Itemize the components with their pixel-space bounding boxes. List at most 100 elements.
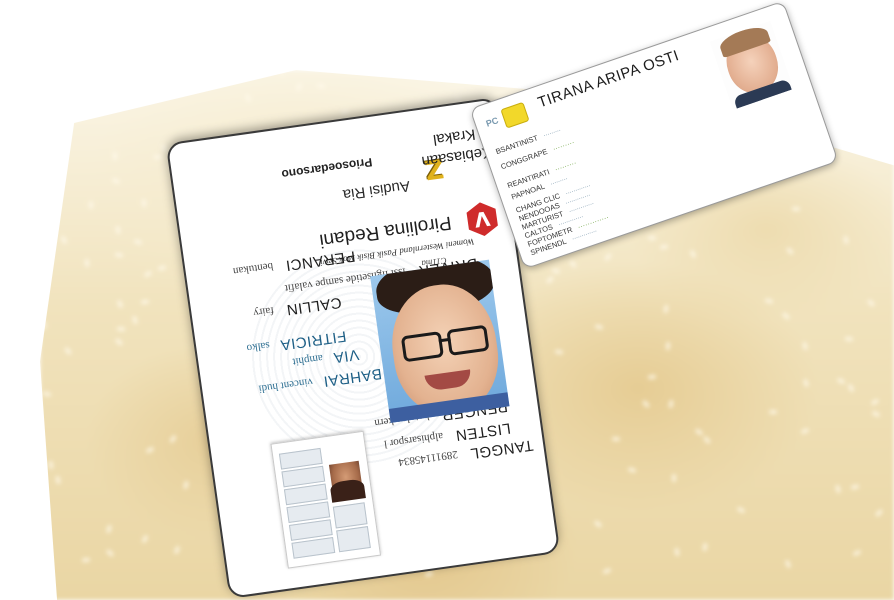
rice-grain bbox=[802, 378, 810, 388]
rice-grain bbox=[48, 460, 54, 470]
rice-grain bbox=[105, 524, 113, 534]
rice-grain bbox=[689, 249, 697, 259]
filler-text: ········· bbox=[551, 137, 576, 154]
rice-grain bbox=[866, 298, 876, 308]
rice-grain bbox=[88, 200, 94, 210]
rice-grain bbox=[81, 557, 91, 563]
rice-grain bbox=[871, 410, 881, 418]
rice-grain bbox=[602, 567, 612, 575]
row-value: fairy bbox=[252, 304, 275, 319]
red-hexagon-logo: V bbox=[463, 200, 501, 238]
rice-grain bbox=[316, 83, 326, 89]
row-label: VIA bbox=[332, 345, 360, 367]
brand-logo: PC bbox=[484, 115, 500, 129]
rice-grain bbox=[108, 103, 118, 111]
rice-grain bbox=[603, 252, 613, 262]
rice-grain bbox=[843, 235, 849, 245]
rice-grain bbox=[568, 259, 578, 269]
rice-grain bbox=[160, 143, 168, 153]
rice-grain bbox=[145, 446, 155, 454]
rice-grain bbox=[54, 161, 64, 171]
rice-grain bbox=[877, 76, 887, 82]
rice-grain bbox=[140, 299, 150, 305]
rice-grain bbox=[63, 346, 73, 356]
rice-grain bbox=[84, 258, 90, 268]
mini-card-field bbox=[332, 502, 368, 529]
filler-text: ········· bbox=[553, 158, 578, 174]
rice-grain bbox=[112, 151, 118, 161]
rice-grain bbox=[844, 336, 854, 342]
row-value: amphit bbox=[291, 351, 324, 368]
rice-grain bbox=[594, 323, 604, 331]
chip-icon bbox=[500, 101, 530, 129]
rice-grain bbox=[183, 480, 189, 490]
overlay-mini-card bbox=[270, 430, 382, 569]
rice-grain bbox=[791, 206, 801, 212]
rice-grain bbox=[764, 298, 774, 304]
row-value: salko bbox=[245, 339, 271, 355]
rice-grain bbox=[143, 270, 153, 278]
rice-grain bbox=[672, 474, 676, 482]
rice-grain bbox=[668, 399, 674, 409]
row-value: bentukan bbox=[232, 259, 274, 278]
rice-grain bbox=[663, 304, 669, 314]
rice-grain bbox=[870, 398, 880, 406]
rice-grain bbox=[46, 254, 52, 264]
rice-grain bbox=[847, 383, 855, 393]
rice-grain bbox=[736, 506, 746, 514]
footer-label: Priosoedarsono bbox=[280, 154, 374, 182]
rice-grain bbox=[694, 428, 704, 436]
photo-scene: TANGGL 28911145834 V Z C11ma Womeni West… bbox=[0, 0, 894, 600]
rice-grain bbox=[157, 265, 167, 271]
rice-grain bbox=[116, 299, 124, 309]
rice-grain bbox=[295, 82, 303, 92]
rice-grain bbox=[55, 475, 61, 485]
rice-grain bbox=[60, 235, 68, 245]
rice-grain bbox=[781, 311, 791, 321]
mini-card-field bbox=[291, 537, 336, 559]
rice-grain bbox=[340, 108, 350, 116]
rice-grain bbox=[179, 70, 189, 77]
rice-grain bbox=[114, 252, 124, 258]
rice-grain bbox=[852, 549, 862, 557]
card-title: TIRANA ARIPA OSTI bbox=[535, 47, 682, 112]
rice-grain bbox=[593, 519, 603, 529]
rice-grain bbox=[41, 320, 47, 330]
rice-grain bbox=[836, 377, 846, 385]
rice-grain bbox=[641, 399, 651, 409]
rice-grain bbox=[279, 70, 285, 77]
holder-subname: Audisi Ria bbox=[341, 176, 412, 204]
rice-grain bbox=[800, 427, 810, 435]
rice-grain bbox=[111, 177, 121, 185]
rice-grain bbox=[154, 155, 162, 159]
rice-grain bbox=[554, 349, 564, 355]
rice-grain bbox=[647, 235, 657, 241]
rice-grain bbox=[141, 534, 149, 544]
rice-grain bbox=[702, 435, 712, 445]
rice-grain bbox=[784, 559, 792, 569]
rice-grain bbox=[173, 545, 181, 555]
rice-grain bbox=[105, 548, 115, 558]
filler-text: ········· bbox=[548, 173, 569, 189]
rice-grain bbox=[43, 575, 51, 585]
rice-grain bbox=[109, 77, 115, 87]
rice-grain bbox=[768, 409, 778, 415]
rice-grain bbox=[115, 225, 121, 235]
rice-grain bbox=[169, 434, 177, 444]
rice-grain bbox=[545, 275, 555, 285]
rice-grain bbox=[116, 326, 126, 332]
mini-card-photo bbox=[328, 460, 364, 501]
rice-grain bbox=[42, 390, 52, 398]
holder-photo bbox=[370, 259, 510, 423]
rice-grain bbox=[424, 570, 434, 578]
rice-grain bbox=[244, 93, 252, 103]
rice-grain bbox=[647, 374, 657, 380]
rice-grain bbox=[702, 542, 708, 552]
rice-grain bbox=[133, 238, 143, 246]
rice-grain bbox=[659, 244, 669, 250]
rice-grain bbox=[627, 467, 637, 473]
rice-grain bbox=[611, 436, 621, 442]
rice-grain bbox=[674, 547, 680, 557]
rice-grain bbox=[785, 246, 795, 256]
rice-grain bbox=[131, 315, 139, 325]
